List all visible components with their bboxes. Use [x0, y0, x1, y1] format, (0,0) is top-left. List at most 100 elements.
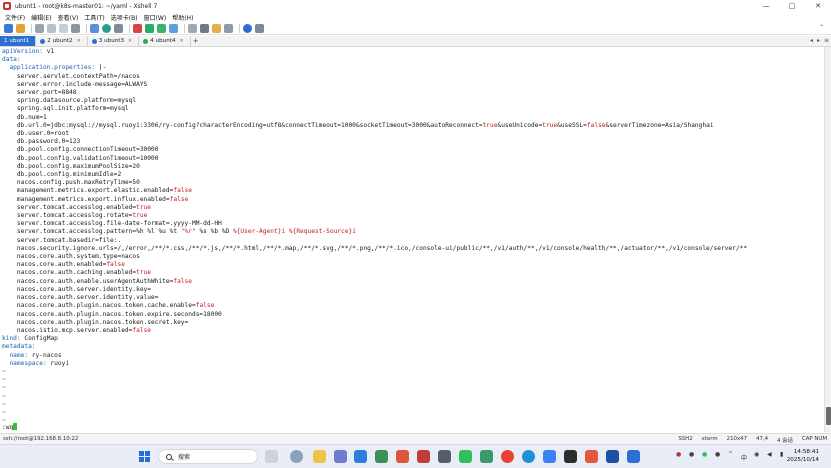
app-icon[interactable] — [417, 450, 430, 463]
tab-ubunt2[interactable]: 2 ubunt2 ✕ — [36, 36, 88, 46]
lock-icon[interactable] — [169, 23, 178, 33]
volume-icon[interactable]: ◀ — [767, 451, 775, 459]
tools-icon[interactable] — [200, 23, 209, 33]
toolbar-overflow-icon[interactable]: ⌃ — [819, 24, 827, 33]
terminal-text-segment: true — [136, 203, 152, 211]
menu-help[interactable]: 帮助(H) — [172, 13, 193, 22]
chrome-icon[interactable] — [501, 450, 514, 463]
xftp-icon[interactable] — [133, 23, 142, 33]
terminal-line: db.pool.config.minimumIdle=2 — [2, 171, 121, 178]
app-icon[interactable] — [334, 450, 347, 463]
tab-ubunt4[interactable]: 4 ubunt4 ✕ — [139, 36, 191, 46]
menu-edit[interactable]: 编辑(E) — [31, 13, 51, 22]
menu-file[interactable]: 文件(F) — [5, 13, 25, 22]
terminal-line: server.error.include-message=ALWAYS — [2, 81, 147, 88]
file-explorer-icon[interactable] — [313, 450, 326, 463]
tray-app-icon[interactable]: ● — [689, 451, 697, 459]
menu-tabs[interactable]: 选项卡(B) — [111, 13, 138, 22]
xshell-taskbar-icon[interactable] — [396, 450, 409, 463]
scrollbar-thumb[interactable] — [826, 407, 831, 425]
tab-close-icon[interactable]: ✕ — [180, 38, 184, 44]
tray-app-icon[interactable]: ● — [715, 451, 723, 459]
transfer-icon[interactable] — [145, 23, 154, 33]
app-icon[interactable] — [564, 450, 577, 463]
terminal-cursor — [13, 423, 18, 430]
globe-icon[interactable] — [102, 23, 111, 33]
copy-icon[interactable] — [47, 23, 56, 33]
terminal-text-segment: nacos.core.auth.plugin.nacos.token.secre… — [2, 318, 189, 326]
terminal-text-segment: application.properties: — [2, 64, 96, 72]
close-button[interactable]: ✕ — [805, 0, 831, 12]
app-icon[interactable] — [375, 450, 388, 463]
keyboard-icon[interactable] — [188, 23, 197, 33]
terminal-line: db.pool.config.validationTimeout=10000 — [2, 154, 159, 162]
layout-icon[interactable] — [224, 23, 233, 33]
tab-list-icon[interactable]: ≡ — [824, 37, 829, 44]
task-view-icon[interactable] — [265, 450, 278, 463]
highlight-icon[interactable] — [212, 23, 221, 33]
script-icon[interactable] — [114, 23, 123, 33]
word-icon[interactable] — [606, 450, 619, 463]
tray-app-icon[interactable]: ● — [676, 451, 684, 459]
input-language[interactable]: 中 — [741, 453, 747, 462]
edge-icon[interactable] — [522, 450, 535, 463]
menu-view[interactable]: 查看(V) — [58, 13, 79, 22]
system-clock[interactable]: 14:58:41 2025/10/14 — [787, 448, 819, 464]
terminal-text-segment: false — [586, 121, 606, 129]
app-icon[interactable] — [585, 450, 598, 463]
add-tab-button[interactable]: + — [191, 36, 201, 46]
terminal-text-segment: v1 — [42, 48, 55, 55]
app-icon[interactable] — [627, 450, 640, 463]
tab-close-icon[interactable]: ✕ — [77, 38, 81, 44]
terminal-app-icon[interactable] — [438, 450, 451, 463]
minimize-button[interactable]: — — [753, 0, 779, 12]
fullscreen-icon[interactable] — [157, 23, 166, 33]
toolbar-divider — [184, 23, 185, 33]
tab-ubunt3[interactable]: 3 ubunt3 ✕ — [88, 36, 140, 46]
wechat-icon[interactable] — [459, 450, 472, 463]
terminal-text-segment: namespace: — [2, 359, 47, 367]
start-button[interactable] — [139, 451, 150, 462]
help-icon[interactable] — [243, 23, 252, 33]
tray-wechat-icon[interactable]: ● — [702, 451, 710, 459]
terminal-text-segment: db.pool.config.validationTimeout=10000 — [2, 154, 159, 162]
terminal-text-segment: true — [542, 121, 558, 129]
network-icon[interactable]: ◉ — [754, 451, 762, 459]
tray-chevron-icon[interactable]: ^ — [728, 451, 736, 459]
tab-ubunt1[interactable]: 1 ubunt1 — [0, 36, 37, 46]
terminal-output[interactable]: apiVersion: v1 data: application.propert… — [0, 47, 824, 432]
settings-icon[interactable] — [290, 450, 303, 463]
vim-command-line[interactable]: :wq — [2, 423, 18, 431]
terminal-scrollbar[interactable] — [824, 47, 831, 432]
link-icon[interactable] — [35, 23, 44, 33]
tab-label: 2 ubunt2 — [47, 38, 73, 44]
new-session-icon[interactable] — [4, 23, 13, 33]
open-folder-icon[interactable] — [16, 23, 25, 33]
vscode-icon[interactable] — [354, 450, 367, 463]
xshell-app-icon — [3, 2, 11, 10]
properties-icon[interactable] — [90, 23, 99, 33]
compose-icon[interactable] — [255, 23, 264, 33]
tab-next-icon[interactable]: ▸ — [817, 37, 820, 44]
terminal-line: nacos.config.push.maxRetryTime=50 — [2, 179, 140, 186]
tab-label: 3 ubunt3 — [98, 38, 125, 44]
menu-tools[interactable]: 工具(T) — [84, 13, 104, 22]
terminal-line: server.port=8848 — [2, 89, 77, 96]
terminal-text-segment: ry-nacos — [28, 351, 62, 359]
menu-window[interactable]: 窗口(W) — [144, 13, 167, 22]
windows-taskbar: 搜索 ● ● ● ● ^ 中 ◉ ◀ ▮ 14:58:41 2025/10/14 — [0, 444, 831, 468]
app-icon[interactable] — [480, 450, 493, 463]
connection-address: ssh://root@192.168.8.10:22 — [3, 436, 79, 442]
protocol-indicator: SSH2 — [678, 436, 693, 442]
taskbar-search[interactable]: 搜索 — [158, 449, 258, 464]
feishu-icon[interactable] — [543, 450, 556, 463]
find-icon[interactable] — [71, 23, 80, 33]
paste-icon[interactable] — [59, 23, 68, 33]
tab-prev-icon[interactable]: ◂ — [810, 37, 813, 44]
clock-time: 14:58:41 — [793, 449, 819, 455]
terminal-line: application.properties: |- — [2, 64, 106, 71]
maximize-button[interactable]: □ — [779, 0, 805, 12]
terminal-line: management.metrics.export.influx.enabled… — [2, 196, 188, 203]
tab-close-icon[interactable]: ✕ — [128, 38, 132, 44]
terminal-text-segment: nacos.core.auth.server.identity.value= — [2, 294, 159, 302]
